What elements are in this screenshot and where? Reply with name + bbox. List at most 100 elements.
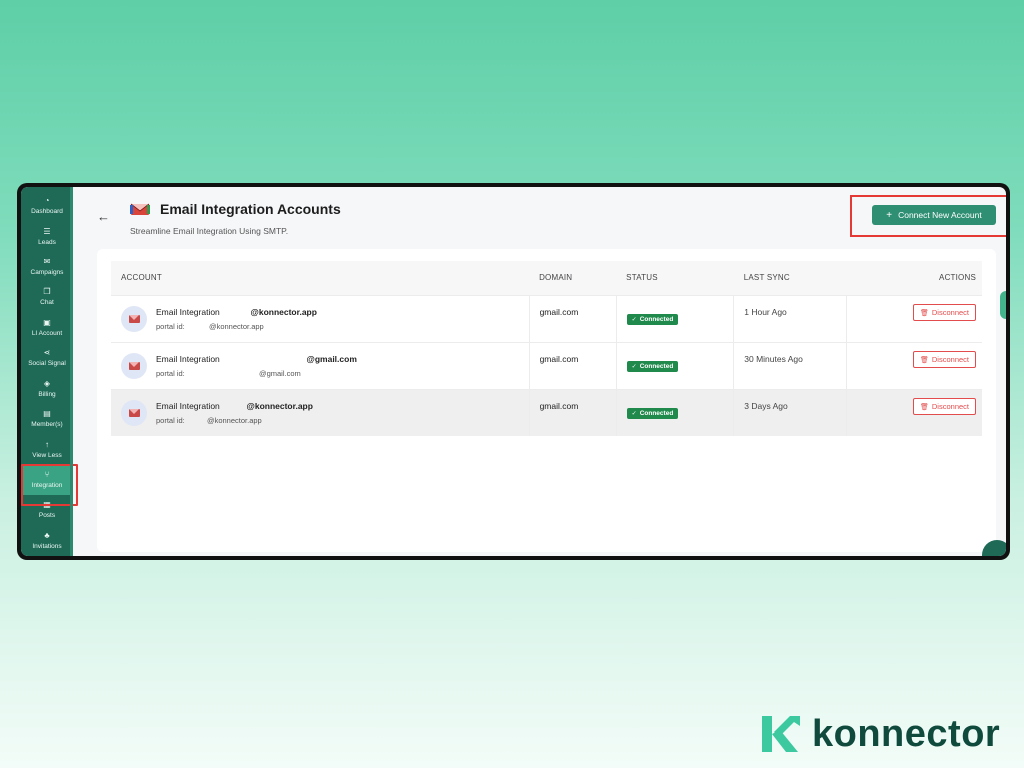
portal-id-label: portal id:	[156, 321, 185, 331]
actions-cell: 🗑 Disconnect	[846, 341, 982, 389]
integration-icon: ⑂	[44, 469, 50, 479]
konnector-logo-icon	[762, 716, 800, 752]
sidebar-item-social-signal[interactable]: ⋖ Social Signal	[21, 343, 73, 373]
status-cell: ✓ Connected	[616, 388, 735, 436]
page-title: Email Integration Accounts	[160, 201, 341, 217]
sidebar-item-chat[interactable]: ❐ Chat	[21, 282, 73, 312]
trash-icon: 🗑	[920, 403, 929, 411]
account-cell: Email Integration @konnector.app portal …	[111, 388, 530, 436]
sidebar-item-integration[interactable]: ⑂ Integration	[21, 464, 73, 496]
status-cell: ✓ Connected	[616, 294, 735, 342]
megaphone-icon: ✉	[43, 256, 51, 266]
disconnect-label: Disconnect	[931, 308, 969, 317]
brand-name: konnector	[812, 712, 1001, 755]
posts-icon: ▦	[43, 500, 51, 510]
sidebar-item-campaigns[interactable]: ✉ Campaigns	[21, 252, 73, 282]
status-label: Connected	[639, 409, 674, 417]
connect-new-account-button[interactable]: + Connect New Account	[872, 205, 996, 225]
sidebar-item-dashboard[interactable]: ◔ Dashboard	[21, 191, 73, 221]
last-sync-cell: 3 Days Ago	[733, 388, 848, 436]
sidebar-item-posts[interactable]: ▦ Posts	[21, 495, 73, 525]
account-info: Email Integration @konnector.app portal …	[121, 305, 529, 332]
connect-button-label: Connect New Account	[898, 210, 982, 220]
disconnect-button[interactable]: 🗑 Disconnect	[913, 398, 976, 416]
portal-id: portal id: @konnector.app	[156, 416, 313, 425]
account-info: Email Integration @gmail.com portal id: …	[121, 352, 529, 379]
title-row: Email Integration Accounts	[130, 201, 341, 217]
trash-icon: 🗑	[920, 356, 929, 364]
sidebar-item-leads[interactable]: ☰ Leads	[21, 221, 73, 251]
sidebar-item-label: Integration	[31, 481, 63, 489]
table-row: Email Integration @konnector.app portal …	[111, 388, 982, 436]
app-screen: ◔ Dashboard ☰ Leads ✉ Campaigns ❐ Chat ▣…	[21, 187, 1006, 556]
page-subtitle: Streamline Email Integration Using SMTP.	[130, 226, 289, 236]
account-email: @konnector.app	[246, 400, 313, 411]
account-cell: Email Integration @konnector.app portal …	[111, 294, 530, 342]
sidebar-item-li-account[interactable]: ▣ LI Account	[21, 313, 73, 343]
column-header-status: STATUS	[616, 261, 734, 295]
sidebar-item-label: View Less	[32, 451, 62, 459]
domain-cell: gmail.com	[529, 294, 617, 342]
actions-cell: 🗑 Disconnect	[846, 388, 982, 436]
title-block: Email Integration Accounts Streamline Em…	[130, 201, 341, 236]
app-window-frame: ◔ Dashboard ☰ Leads ✉ Campaigns ❐ Chat ▣…	[17, 183, 1010, 560]
sidebar-item-label: Campaigns	[30, 268, 64, 276]
avatar	[121, 399, 147, 426]
envelope-icon	[128, 408, 140, 417]
envelope-icon	[128, 361, 140, 370]
last-sync-value: 3 Days Ago	[744, 400, 788, 411]
sidebar-item-members[interactable]: ▤ Member(s)	[21, 404, 73, 434]
last-sync-cell: 1 Hour Ago	[733, 294, 848, 342]
table-row: Email Integration @konnector.app portal …	[111, 294, 982, 342]
check-circle-icon: ✓	[631, 363, 637, 370]
status-badge: ✓ Connected	[626, 407, 679, 419]
invitations-icon: ♣	[44, 530, 50, 540]
disconnect-button[interactable]: 🗑 Disconnect	[913, 304, 976, 321]
sidebar-item-label: Invitations	[32, 542, 62, 550]
sidebar-item-label: Leads	[38, 238, 56, 246]
domain-value: gmail.com	[539, 306, 579, 317]
account-name-prefix: Email Integration	[156, 306, 220, 317]
domain-cell: gmail.com	[529, 388, 617, 436]
domain-value: gmail.com	[539, 400, 579, 411]
sidebar-item-label: Member(s)	[31, 421, 63, 429]
sidebar-item-label: LI Account	[31, 329, 63, 337]
sidebar-item-label: Chat	[40, 299, 54, 307]
status-badge: ✓ Connected	[626, 360, 679, 372]
check-circle-icon: ✓	[631, 316, 637, 323]
disconnect-label: Disconnect	[931, 402, 969, 412]
domain-value: gmail.com	[539, 353, 579, 364]
sidebar-item-view-less[interactable]: ↑ View Less	[21, 434, 73, 464]
plus-icon: +	[886, 209, 893, 221]
back-arrow-icon[interactable]: ←	[97, 209, 110, 224]
account-cell: Email Integration @gmail.com portal id: …	[111, 341, 530, 389]
status-cell: ✓ Connected	[616, 341, 735, 389]
column-header-last-sync: LAST SYNC	[733, 261, 847, 295]
column-header-account: ACCOUNT	[111, 261, 530, 295]
status-label: Connected	[639, 315, 674, 323]
avatar	[121, 352, 147, 379]
accounts-card: ACCOUNT DOMAIN STATUS LAST SYNC ACTIONS	[97, 249, 996, 552]
share-icon: ⋖	[43, 348, 51, 358]
account-name: Email Integration @gmail.com	[156, 354, 357, 364]
sidebar-item-invitations[interactable]: ♣ Invitations	[21, 526, 73, 556]
chat-icon: ❐	[43, 287, 51, 297]
status-badge: ✓ Connected	[626, 313, 679, 325]
brand-logo: konnector	[760, 712, 1000, 756]
trash-icon: 🗑	[920, 309, 929, 317]
sidebar-item-label: Dashboard	[31, 208, 63, 216]
members-icon: ▤	[43, 409, 51, 419]
actions-cell: 🗑 Disconnect	[846, 294, 982, 342]
account-info: Email Integration @konnector.app portal …	[121, 399, 529, 426]
disconnect-button[interactable]: 🗑 Disconnect	[913, 351, 976, 368]
account-name-prefix: Email Integration	[156, 400, 220, 411]
account-icon: ▣	[43, 317, 51, 327]
portal-id-value: @konnector.app	[206, 415, 262, 425]
sidebar-item-label: Posts	[38, 512, 56, 520]
last-sync-value: 1 Hour Ago	[744, 306, 787, 317]
table-row: Email Integration @gmail.com portal id: …	[111, 341, 982, 389]
main-content: ← Email Integration Accounts Streamline …	[73, 187, 1006, 556]
portal-id: portal id: @konnector.app	[156, 322, 317, 331]
collapse-handle[interactable]: ‹	[1000, 291, 1006, 319]
sidebar-item-billing[interactable]: ◈ Billing	[21, 374, 73, 404]
